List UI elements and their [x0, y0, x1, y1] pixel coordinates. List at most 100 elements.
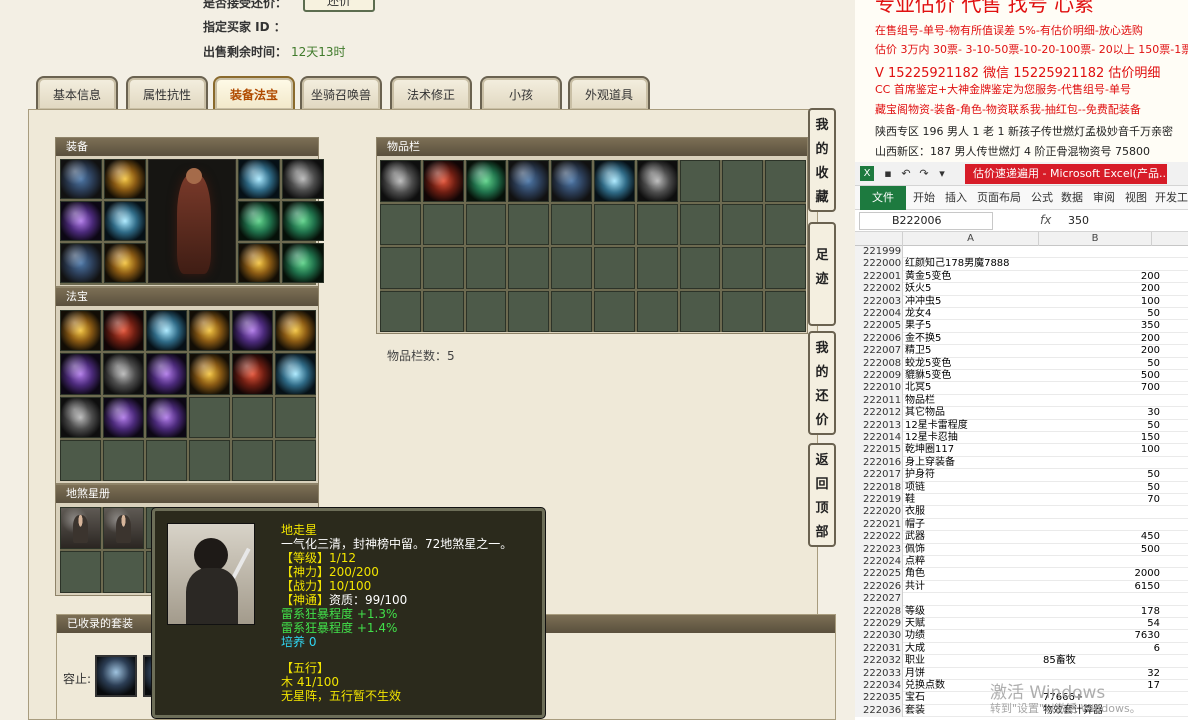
equip-slot[interactable]	[282, 201, 324, 241]
sheet-row[interactable]: 222024 点粹	[855, 556, 1188, 569]
row-number[interactable]: 222033	[855, 667, 903, 680]
cell-a[interactable]: 12星卡雷程度	[905, 420, 968, 432]
ribbon-tab-formulas[interactable]: 公式	[1031, 186, 1053, 210]
cell-b[interactable]: 200	[1040, 283, 1160, 295]
inventory-slot[interactable]	[422, 160, 464, 202]
cell-b[interactable]: 350	[1040, 320, 1160, 332]
row-number[interactable]: 222024	[855, 556, 903, 569]
cell-b[interactable]: 2000	[1040, 568, 1160, 580]
row-number[interactable]: 222028	[855, 605, 903, 618]
cell-a[interactable]: 兑换点数	[905, 680, 945, 692]
cell-a[interactable]: 天赋	[905, 618, 925, 630]
row-number[interactable]: 222016	[855, 456, 903, 470]
tab-attributes[interactable]: 属性抗性	[126, 76, 208, 110]
row-number[interactable]: 221999	[855, 246, 903, 259]
cell-b[interactable]: 50	[1040, 482, 1160, 494]
ribbon-tab-insert[interactable]: 插入	[945, 186, 967, 210]
cell-a[interactable]: 角色	[905, 568, 925, 580]
equip-slot[interactable]	[104, 243, 146, 283]
sheet-row[interactable]: 222015 乾坤圈117 100	[855, 444, 1188, 457]
sheet-row[interactable]: 222013 12星卡雷程度 50	[855, 419, 1188, 432]
cell-b[interactable]: 200	[1040, 333, 1160, 345]
row-number[interactable]: 222001	[855, 270, 903, 284]
row-number[interactable]: 222012	[855, 407, 903, 420]
row-number[interactable]: 222035	[855, 692, 903, 705]
cell-a[interactable]: 物品栏	[905, 395, 935, 407]
my-favorites-button[interactable]: 我的收藏	[808, 108, 836, 212]
inventory-slot[interactable]	[636, 160, 678, 202]
cell-a[interactable]: 身上穿装备	[905, 457, 955, 469]
ribbon-tab-home[interactable]: 开始	[913, 186, 935, 210]
cell-b[interactable]: 150	[1040, 432, 1160, 444]
inventory-slot[interactable]	[380, 160, 421, 202]
sheet-row[interactable]: 222009 貔貅5变色 500	[855, 370, 1188, 383]
row-number[interactable]: 222032	[855, 655, 903, 668]
sheet-row[interactable]: 222026 共计 6150	[855, 580, 1188, 594]
cell-b[interactable]: 450	[1040, 531, 1160, 543]
equip-slot[interactable]	[282, 159, 324, 199]
inventory-slot[interactable]	[593, 160, 635, 202]
tab-appearance[interactable]: 外观道具	[568, 76, 650, 110]
sheet-row[interactable]: 222019 鞋 70	[855, 494, 1188, 507]
name-box[interactable]: B222006	[859, 212, 993, 230]
cell-a[interactable]: 12星卡忍抽	[905, 432, 958, 444]
row-number[interactable]: 222030	[855, 630, 903, 643]
row-number[interactable]: 222022	[855, 531, 903, 544]
fabao-slot[interactable]	[60, 396, 101, 438]
row-number[interactable]: 222018	[855, 481, 903, 494]
cell-a[interactable]: 红颜知己178男魔7888	[905, 258, 1010, 270]
cell-b[interactable]: 500	[1040, 544, 1160, 556]
fx-icon[interactable]: fx	[1040, 213, 1051, 227]
formula-input[interactable]: 350	[1068, 214, 1089, 227]
cell-a[interactable]: 金不换5	[905, 333, 941, 345]
cell-a[interactable]: 职业	[905, 655, 925, 667]
cell-a[interactable]: 蛟龙5变色	[905, 358, 951, 370]
sheet-row[interactable]: 222030 功绩 7630	[855, 630, 1188, 643]
cell-b[interactable]: 50	[1040, 469, 1160, 481]
cell-a[interactable]: 宝石	[905, 692, 925, 704]
row-number[interactable]: 222006	[855, 332, 903, 346]
sheet-row[interactable]: 222014 12星卡忍抽 150	[855, 432, 1188, 445]
tab-basic[interactable]: 基本信息	[36, 76, 118, 110]
fabao-slot[interactable]	[232, 310, 273, 352]
fabao-slot[interactable]	[146, 396, 187, 438]
disha-slot[interactable]	[103, 507, 144, 549]
disha-slot[interactable]	[60, 507, 101, 549]
sheet-row[interactable]: 222025 角色 2000	[855, 568, 1188, 581]
row-number[interactable]: 222034	[855, 680, 903, 693]
fabao-slot[interactable]	[60, 353, 101, 395]
cell-a[interactable]: 精卫5	[905, 345, 931, 357]
cell-b[interactable]: 100	[1040, 444, 1160, 456]
row-number[interactable]: 222003	[855, 295, 903, 308]
equip-slot[interactable]	[104, 201, 146, 241]
row-number[interactable]: 222026	[855, 580, 903, 594]
sheet-row[interactable]: 222001 黄金5变色 200	[855, 270, 1188, 284]
ribbon-tab-data[interactable]: 数据	[1061, 186, 1083, 210]
cell-b[interactable]: 30	[1040, 407, 1160, 419]
inventory-slot[interactable]	[551, 160, 592, 202]
equip-slot[interactable]	[238, 201, 280, 241]
tab-spells[interactable]: 法术修正	[390, 76, 472, 110]
bid-button[interactable]: 还价	[303, 0, 375, 12]
equip-slot[interactable]	[282, 243, 324, 283]
cell-b[interactable]: 7630	[1040, 630, 1160, 642]
column-header-b[interactable]: B	[1039, 232, 1152, 246]
cell-a[interactable]: 衣服	[905, 506, 925, 518]
sheet-row[interactable]: 222012 其它物品 30	[855, 407, 1188, 420]
equip-slot[interactable]	[238, 159, 280, 199]
cell-b[interactable]: 85畜牧	[1043, 655, 1076, 667]
cell-a[interactable]: 鞋	[905, 494, 915, 506]
row-number[interactable]: 222000	[855, 258, 903, 271]
fabao-slot[interactable]	[232, 353, 273, 395]
cell-a[interactable]: 武器	[905, 531, 925, 543]
cell-a[interactable]: 貔貅5变色	[905, 370, 951, 382]
cell-b[interactable]: 200	[1040, 271, 1160, 283]
sheet-row[interactable]: 222010 北冥5 700	[855, 382, 1188, 395]
row-number[interactable]: 222020	[855, 506, 903, 519]
sheet-row[interactable]: 222004 龙女4 50	[855, 308, 1188, 321]
inventory-slot[interactable]	[508, 160, 550, 202]
equip-slot[interactable]	[238, 243, 280, 283]
sheet-row[interactable]: 222023 佩饰 500	[855, 543, 1188, 556]
cell-a[interactable]: 共计	[905, 581, 925, 593]
cell-a[interactable]: 乾坤圈117	[905, 444, 954, 456]
